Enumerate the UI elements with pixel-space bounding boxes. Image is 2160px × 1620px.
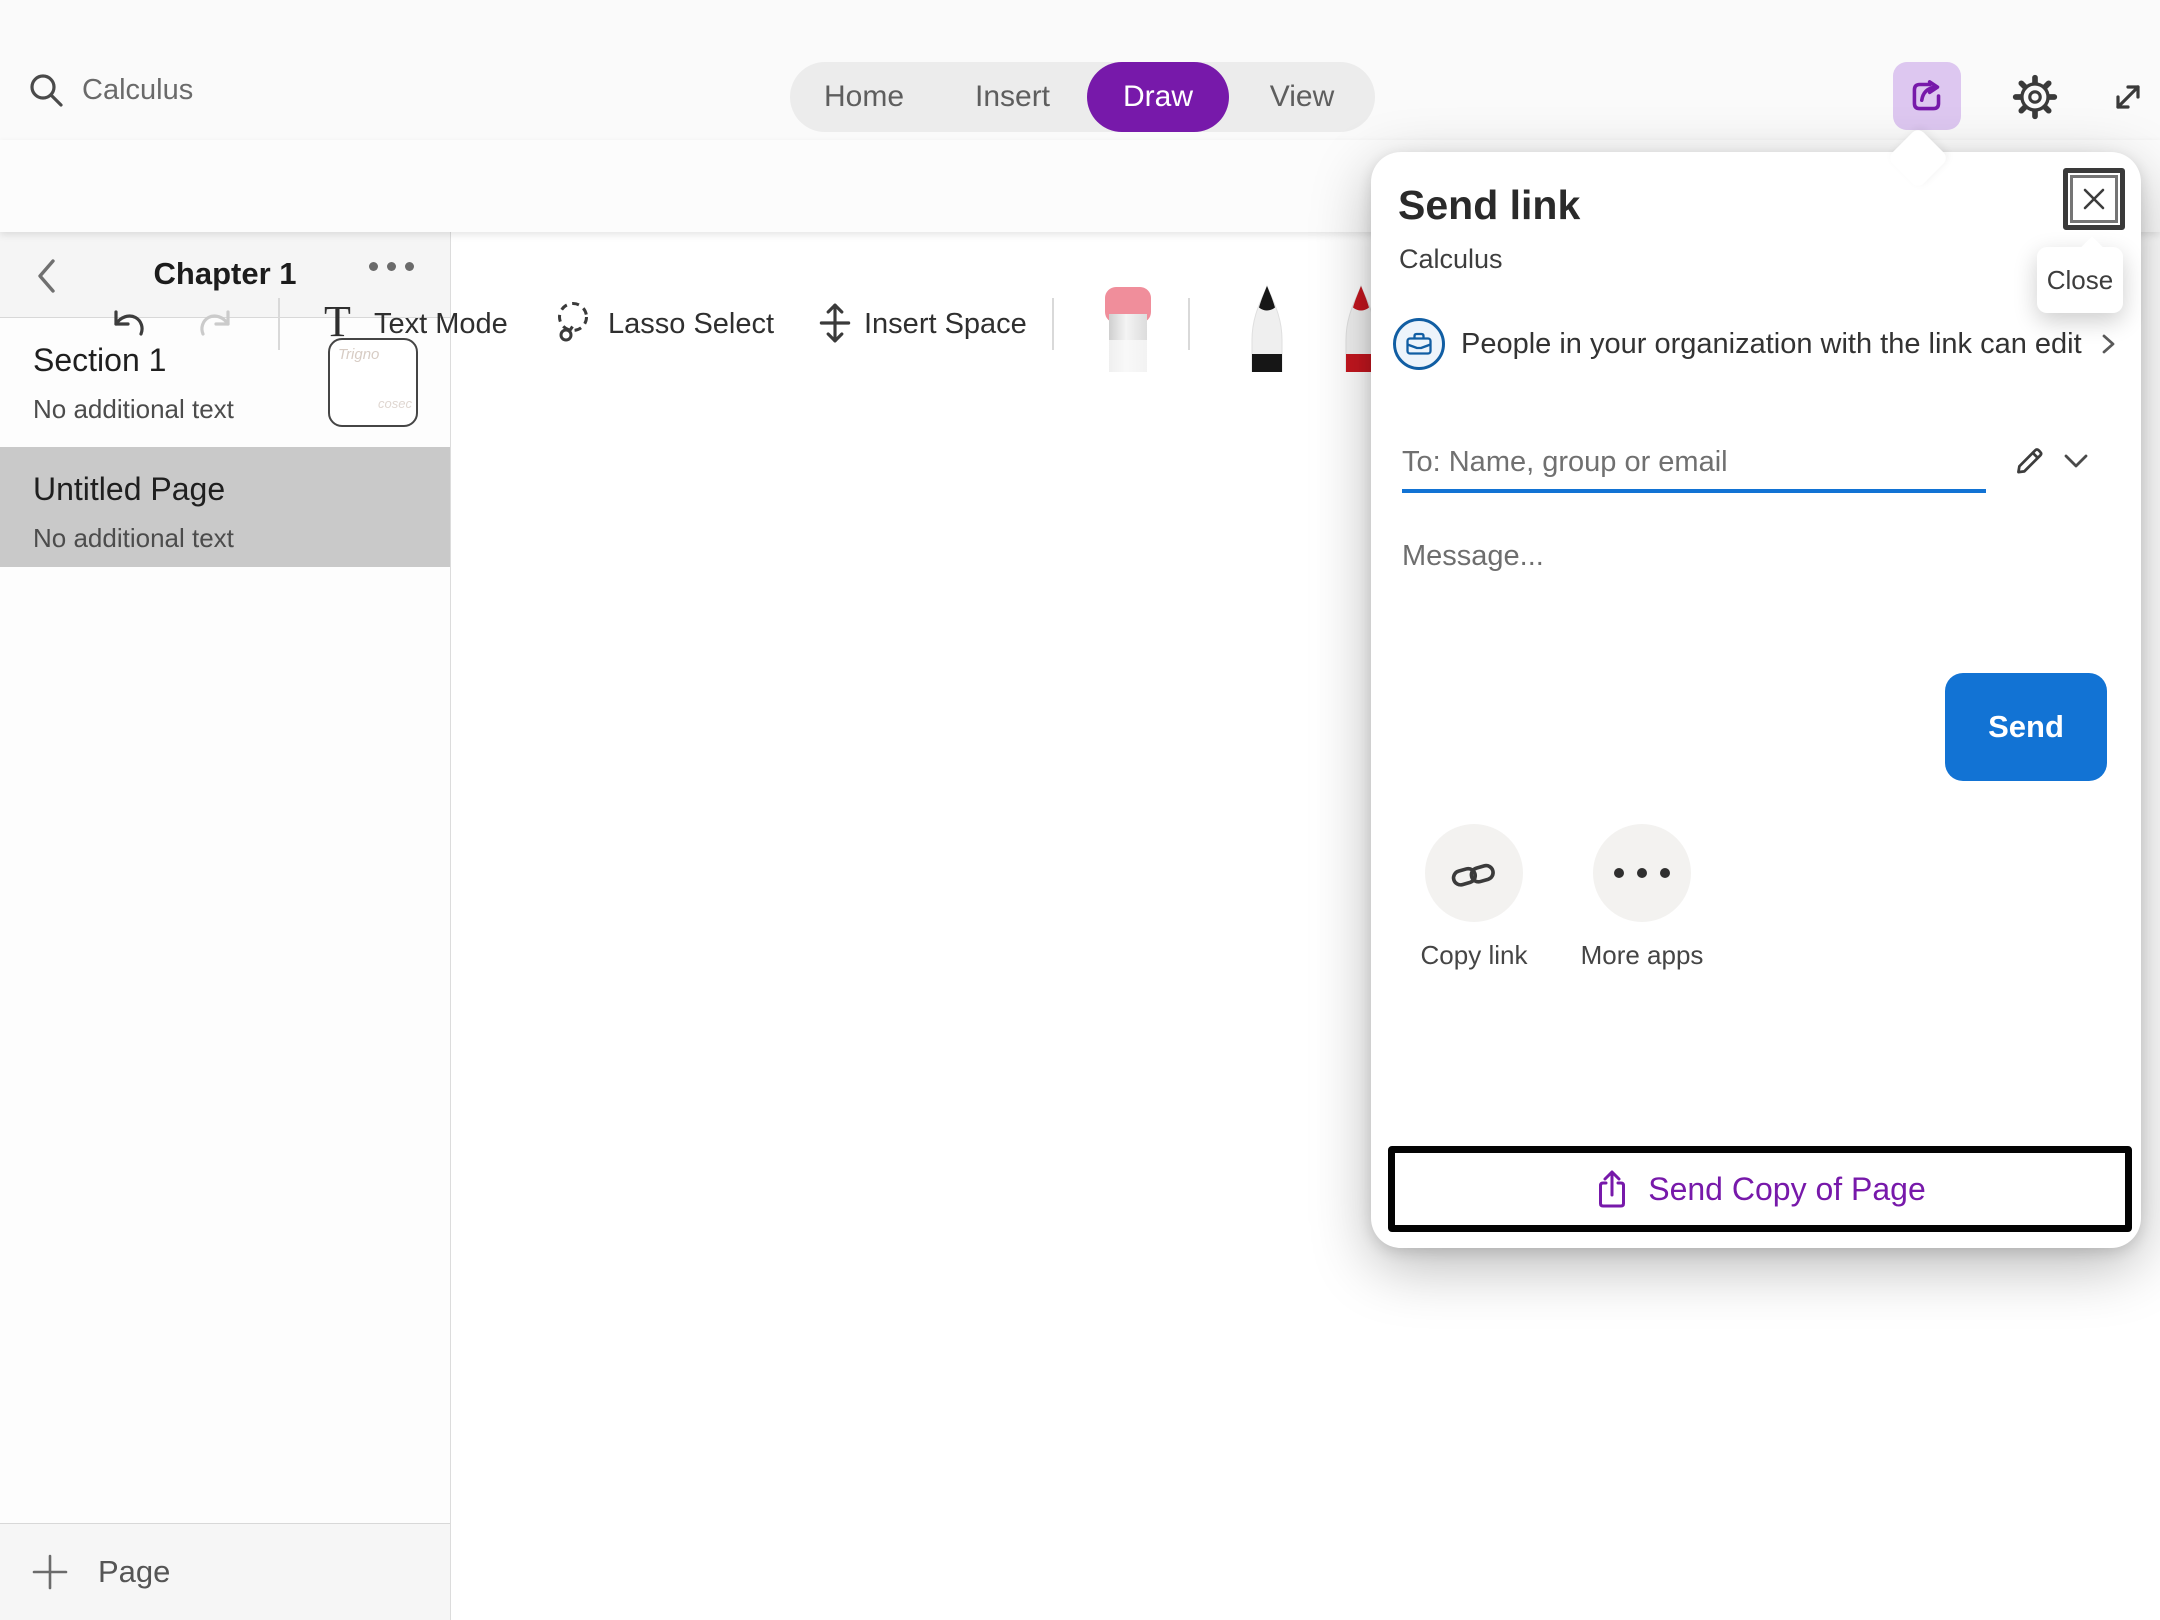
send-copy-label: Send Copy of Page: [1648, 1171, 1926, 1208]
send-copy-of-page-button[interactable]: Send Copy of Page: [1388, 1146, 2132, 1232]
edit-recipient-button[interactable]: [2008, 438, 2052, 482]
settings-button[interactable]: [2011, 73, 2059, 121]
recipient-input[interactable]: To: Name, group or email: [1402, 446, 1728, 479]
section-menu-button[interactable]: [369, 262, 414, 271]
close-icon: [2079, 184, 2109, 214]
page-row-subtitle: No additional text: [33, 523, 234, 554]
lasso-select-icon[interactable]: [548, 298, 596, 348]
toolbar-divider: [1188, 298, 1190, 350]
more-apps-button[interactable]: [1593, 824, 1691, 922]
organization-icon: [1393, 318, 1445, 370]
undo-button[interactable]: [104, 302, 150, 348]
tab-home[interactable]: Home: [790, 62, 938, 132]
chevron-down-icon: [2060, 447, 2092, 475]
page-row-untitled-selected[interactable]: Untitled Page No additional text: [0, 447, 450, 567]
dialog-subtitle: Calculus: [1399, 244, 1503, 275]
page-row-title: Untitled Page: [33, 471, 225, 508]
text-mode-button[interactable]: Text Mode: [374, 308, 508, 341]
tab-insert[interactable]: Insert: [938, 62, 1087, 132]
share-button[interactable]: [1893, 62, 1961, 130]
tooltip-arrow: [2079, 236, 2104, 261]
copy-link-label: Copy link: [1394, 940, 1554, 971]
tooltip-label: Close: [2047, 265, 2113, 296]
top-bar: Calculus Home Insert Draw View: [0, 0, 2160, 140]
link-permissions-button[interactable]: People in your organization with the lin…: [1393, 318, 2118, 370]
tab-draw[interactable]: Draw: [1087, 62, 1229, 132]
page-thumbnail: Trigno cosec: [328, 338, 418, 427]
plus-icon: [30, 1552, 70, 1592]
redo-button[interactable]: [194, 302, 240, 348]
expand-icon: [2106, 75, 2150, 119]
pencil-icon: [2010, 440, 2050, 480]
close-button-focus-ring: [2070, 175, 2118, 223]
gear-icon: [2012, 74, 2058, 120]
page-list-sidebar: Chapter 1 Section 1 No additional text T…: [0, 232, 451, 1620]
lasso-select-button[interactable]: Lasso Select: [608, 308, 774, 341]
close-button[interactable]: [2063, 168, 2125, 230]
add-page-button[interactable]: Page: [0, 1523, 450, 1620]
more-apps-label: More apps: [1562, 940, 1722, 971]
message-input[interactable]: Message...: [1402, 540, 1544, 573]
more-apps-icon: [1614, 868, 1670, 878]
tab-view[interactable]: View: [1229, 62, 1375, 132]
copy-link-button[interactable]: [1425, 824, 1523, 922]
recipient-options-button[interactable]: [2057, 444, 2095, 478]
redo-icon: [195, 303, 239, 347]
send-button[interactable]: Send: [1945, 673, 2107, 781]
chevron-right-icon: [2098, 329, 2118, 359]
black-pen-tool[interactable]: [1238, 284, 1296, 372]
send-link-dialog: Send link Calculus Close People in your …: [1371, 152, 2141, 1248]
eraser-tool[interactable]: [1098, 286, 1158, 372]
recipient-input-underline: [1402, 489, 1986, 493]
search-icon: [26, 70, 66, 110]
page-row-subtitle: No additional text: [33, 394, 234, 425]
insert-space-button[interactable]: Insert Space: [864, 308, 1027, 341]
notebook-search[interactable]: Calculus: [26, 70, 193, 110]
undo-icon: [105, 303, 149, 347]
toolbar-divider: [1052, 298, 1054, 350]
insert-space-icon[interactable]: [814, 298, 856, 348]
close-tooltip: Close: [2037, 247, 2123, 313]
share-up-icon: [1594, 1168, 1630, 1210]
ribbon-tabs: Home Insert Draw View: [790, 62, 1375, 132]
text-mode-icon[interactable]: T: [324, 300, 351, 344]
add-page-label: Page: [98, 1554, 170, 1590]
fullscreen-button[interactable]: [2104, 73, 2152, 121]
share-icon: [1905, 74, 1949, 118]
notebook-name: Calculus: [82, 74, 193, 107]
link-permissions-label: People in your organization with the lin…: [1461, 328, 2082, 361]
thumbnail-ink-text: Trigno: [338, 346, 379, 363]
thumbnail-ink-text: cosec: [378, 396, 412, 411]
link-icon: [1449, 850, 1499, 896]
dialog-title: Send link: [1398, 182, 1580, 229]
toolbar-divider: [278, 298, 280, 350]
